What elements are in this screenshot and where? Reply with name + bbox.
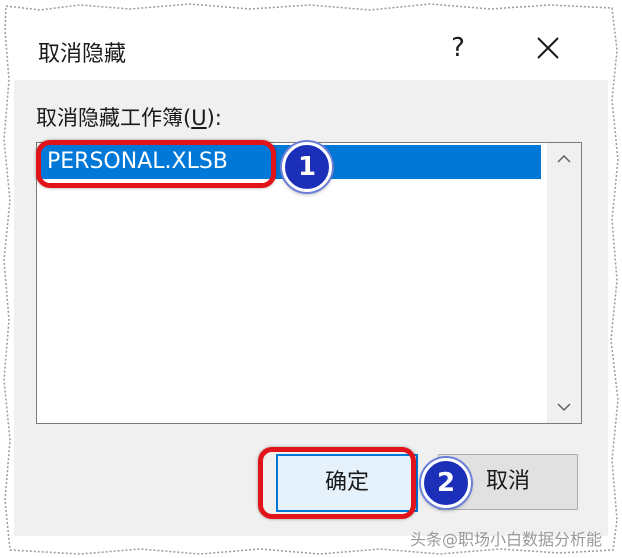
- highlight-ring-list-item: [36, 140, 276, 188]
- dialog-title: 取消隐藏: [38, 42, 127, 67]
- watermark-text: 头条@职场小白数据分析能: [410, 530, 603, 549]
- help-button[interactable]: ?: [438, 28, 478, 68]
- scroll-up-button[interactable]: [547, 143, 581, 175]
- title-bar: 取消隐藏 ?: [14, 14, 608, 80]
- list-label-accelerator: U: [191, 106, 207, 130]
- step-badge-1: 1: [282, 142, 332, 192]
- list-label-prefix: 取消隐藏工作簿(: [36, 106, 192, 130]
- chevron-up-icon: [557, 154, 571, 163]
- step-badge-2: 2: [421, 458, 471, 508]
- scroll-down-button[interactable]: [547, 391, 581, 423]
- list-label: 取消隐藏工作簿(U):: [36, 102, 222, 132]
- highlight-ring-ok-button: [258, 447, 416, 519]
- list-label-suffix: ):: [206, 106, 222, 130]
- vertical-scrollbar[interactable]: [547, 143, 581, 423]
- close-button[interactable]: [528, 28, 568, 68]
- chevron-down-icon: [557, 403, 571, 412]
- close-icon: [537, 37, 559, 59]
